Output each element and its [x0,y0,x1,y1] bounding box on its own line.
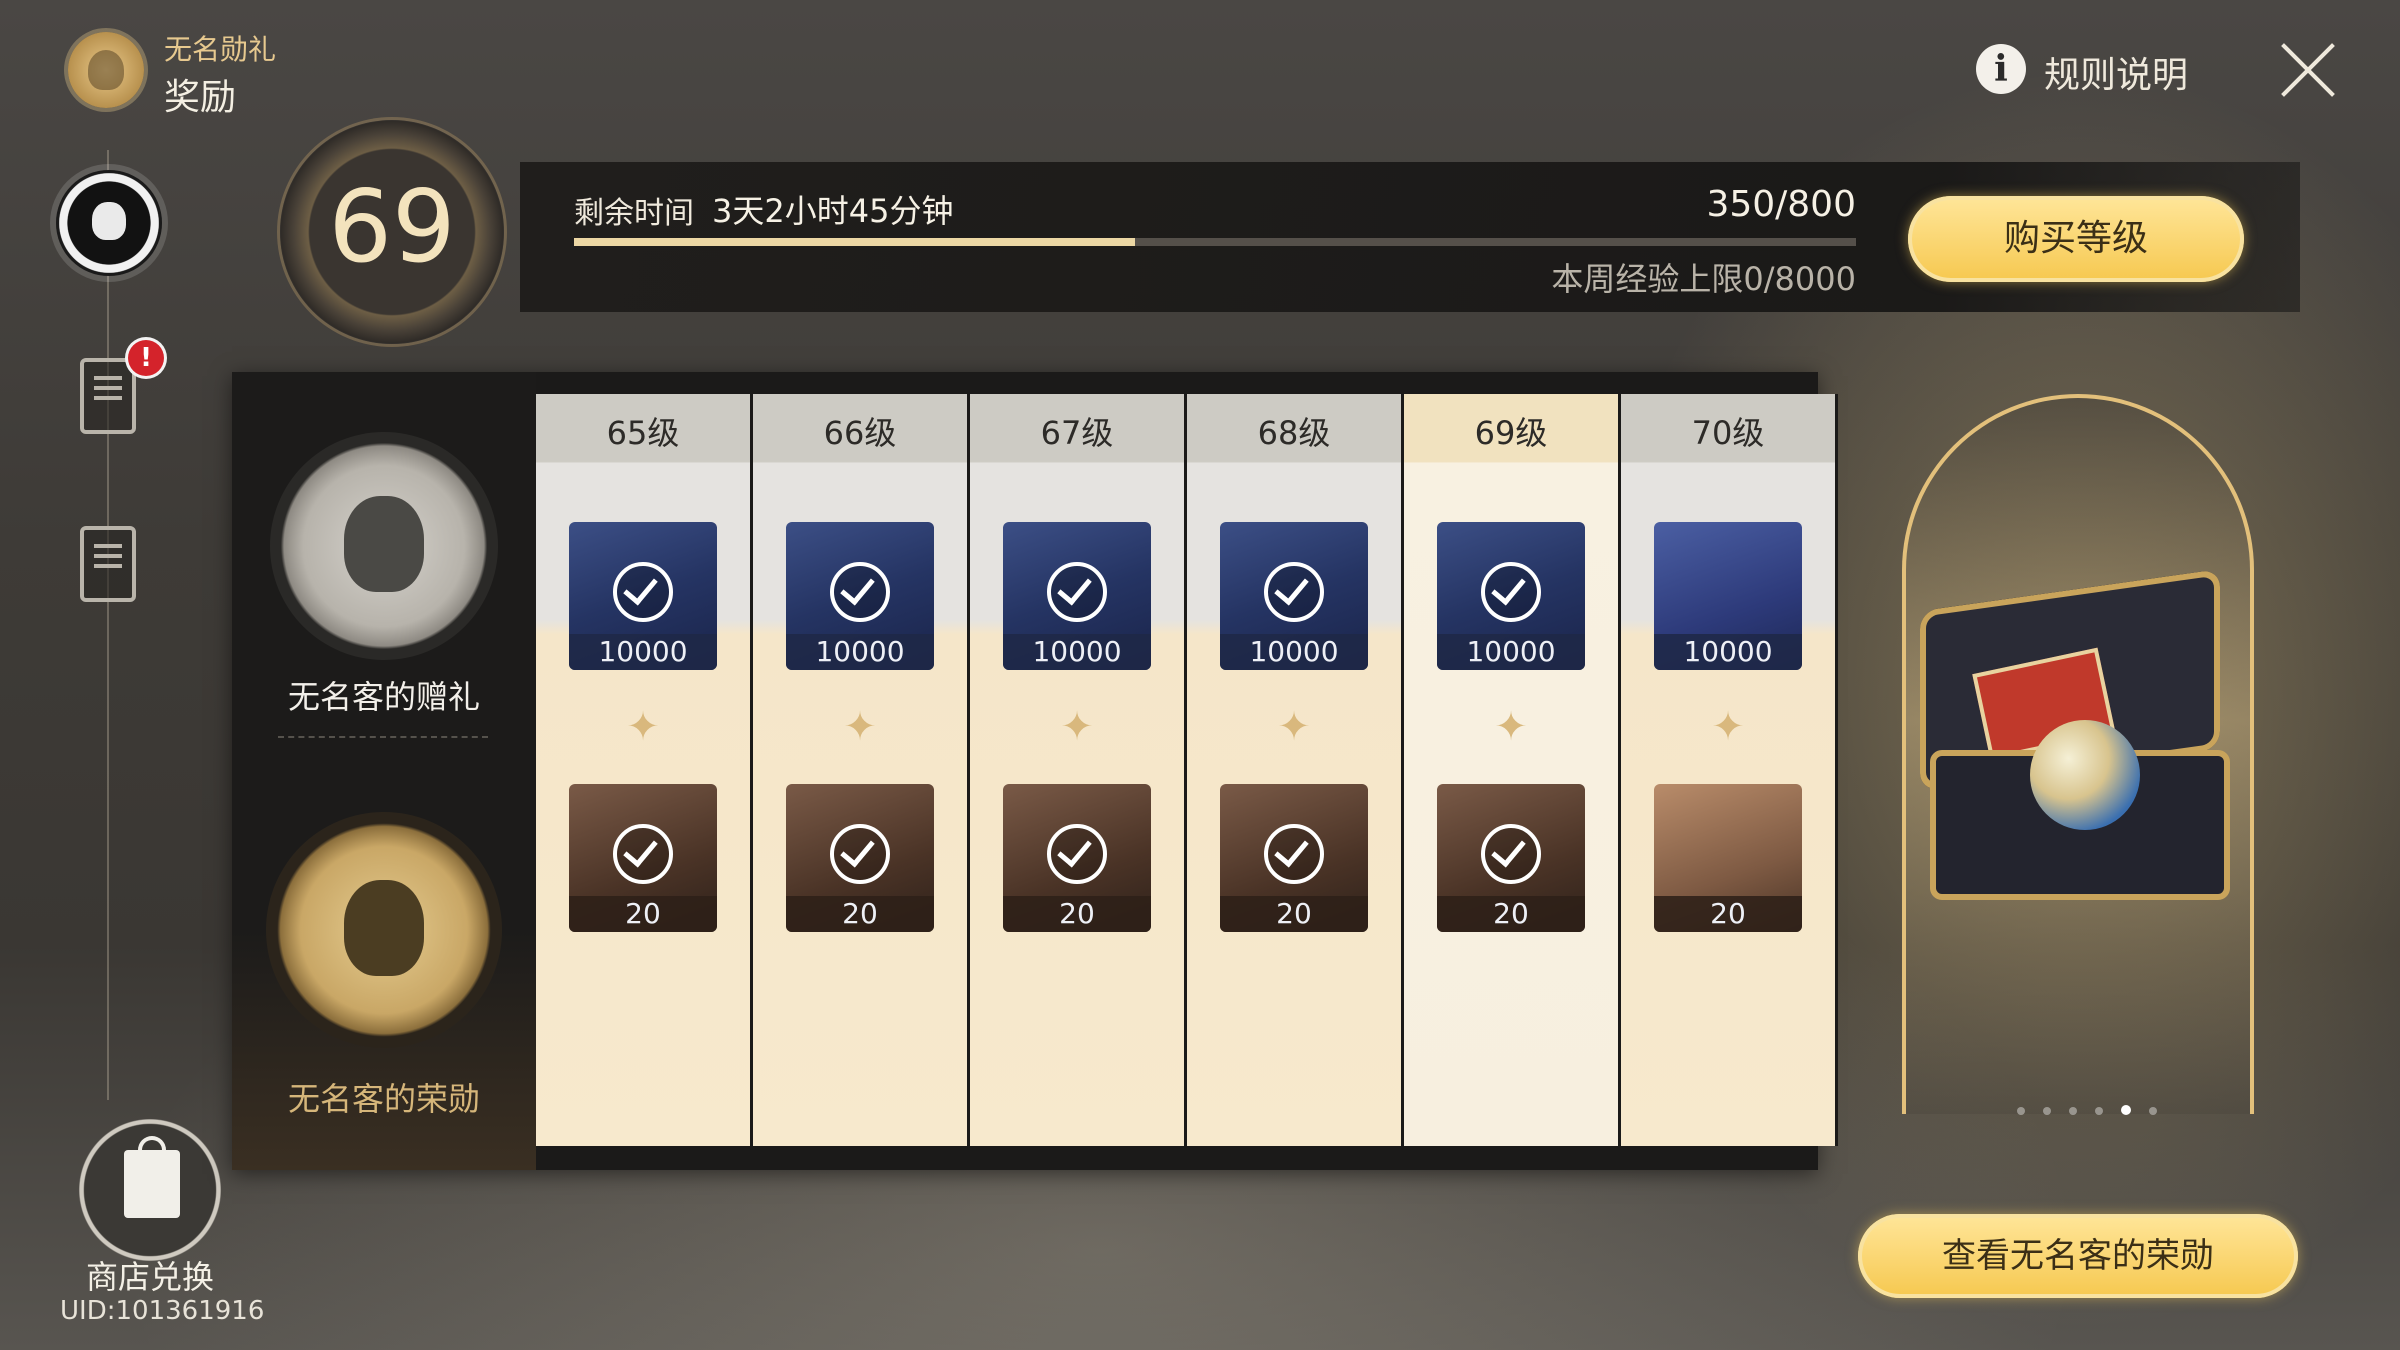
pagination-dot[interactable] [2069,1107,2077,1115]
paid-track-emblem-icon [266,812,502,1048]
shopping-bag-icon [124,1136,180,1218]
paid-reward-card[interactable]: 20 [569,784,717,932]
free-reward-card[interactable]: 10000 [1437,522,1585,670]
free-reward-card[interactable]: 10000 [1654,522,1802,670]
rules-button[interactable]: 规则说明 [2044,46,2188,98]
exp-progress-fill [574,238,1135,246]
separator-star-icon: ✦ [1060,704,1094,750]
claimed-check-icon [1481,824,1541,884]
buy-level-button[interactable]: 购买等级 [1908,196,2244,282]
sidebar-rail [107,150,109,1100]
paid-reward-card[interactable]: 20 [1437,784,1585,932]
page-subtitle: 无名勋礼 [164,33,277,66]
shop-exchange-label[interactable]: 商店兑换 [86,1252,214,1298]
claimed-check-icon [1047,562,1107,622]
paid-reward-card[interactable]: 20 [786,784,934,932]
reward-quantity: 10000 [1003,634,1151,670]
paid-reward-card[interactable]: 20 [1654,784,1802,932]
level-column [970,394,1184,1146]
reward-quantity: 20 [1437,896,1585,932]
level-column-label: 67级 [1040,414,1114,452]
pagination-dot[interactable] [2095,1107,2103,1115]
uid-label: UID:101361916 [60,1296,265,1326]
paid-reward-card[interactable]: 20 [1220,784,1368,932]
paid-track-label: 无名客的荣勋 [287,1080,480,1118]
view-honor-button[interactable]: 查看无名客的荣勋 [1858,1214,2298,1298]
level-column-label: 69级 [1474,414,1548,452]
reward-quantity: 20 [1003,896,1151,932]
reward-quantity: 20 [1220,896,1368,932]
level-column [1621,394,1835,1146]
claimed-check-icon [830,824,890,884]
sidebar-tab-rewards[interactable] [56,170,162,276]
exp-progress-bar [574,238,1856,246]
reward-quantity: 20 [1654,896,1802,932]
level-column [753,394,967,1146]
claimed-check-icon [1264,824,1324,884]
close-icon[interactable] [2278,40,2338,100]
paid-reward-card[interactable]: 20 [1003,784,1151,932]
time-remaining-label: 剩余时间 [574,196,694,231]
free-track-label: 无名客的赠礼 [287,678,480,716]
level-column-label: 70级 [1691,414,1765,452]
level-column [1187,394,1401,1146]
separator-star-icon: ✦ [626,704,660,750]
sidebar-tab-records[interactable] [80,526,136,602]
pagination-dot[interactable] [2017,1107,2025,1115]
reward-quantity: 20 [786,896,934,932]
level-column-label: 65级 [606,414,680,452]
claimed-check-icon [1264,562,1324,622]
time-remaining-value: 3天2小时45分钟 [712,192,954,230]
reward-quantity: 10000 [1654,634,1802,670]
info-icon[interactable]: i [1976,44,2026,94]
reward-quantity: 10000 [1220,634,1368,670]
sidebar-tab-missions[interactable] [80,358,136,434]
game-emblem-icon [68,32,144,108]
pagination-dot[interactable] [2043,1107,2051,1115]
level-column [536,394,750,1146]
separator-star-icon: ✦ [843,704,877,750]
free-reward-card[interactable]: 10000 [786,522,934,670]
claimed-check-icon [613,824,673,884]
separator-star-icon: ✦ [1494,704,1528,750]
claimed-check-icon [1047,824,1107,884]
showcase-pagination[interactable] [2008,1100,2166,1119]
level-column [1404,394,1618,1146]
reward-quantity: 10000 [569,634,717,670]
separator-star-icon: ✦ [1277,704,1311,750]
weekly-exp-cap: 本周经验上限0/8000 [1551,260,1856,298]
separator-star-icon: ✦ [1711,704,1745,750]
exp-value: 350/800 [1706,184,1856,225]
free-track-emblem-icon [270,432,498,660]
free-reward-card[interactable]: 10000 [569,522,717,670]
page-title: 奖励 [164,77,237,118]
claimed-check-icon [613,562,673,622]
notification-badge: ! [128,340,164,376]
track-divider [278,736,488,738]
claimed-check-icon [830,562,890,622]
level-column-label: 66级 [823,414,897,452]
reward-quantity: 10000 [786,634,934,670]
current-level: 69 [328,168,456,285]
reward-quantity: 20 [569,896,717,932]
treasure-chest-image [1900,568,2256,940]
claimed-check-icon [1481,562,1541,622]
free-reward-card[interactable]: 10000 [1220,522,1368,670]
reward-quantity: 10000 [1437,634,1585,670]
free-reward-card[interactable]: 10000 [1003,522,1151,670]
pagination-dot[interactable] [2121,1105,2131,1115]
column-divider [1835,394,1838,1146]
orb-item [2030,720,2140,830]
level-column-label: 68级 [1257,414,1331,452]
pagination-dot[interactable] [2149,1107,2157,1115]
